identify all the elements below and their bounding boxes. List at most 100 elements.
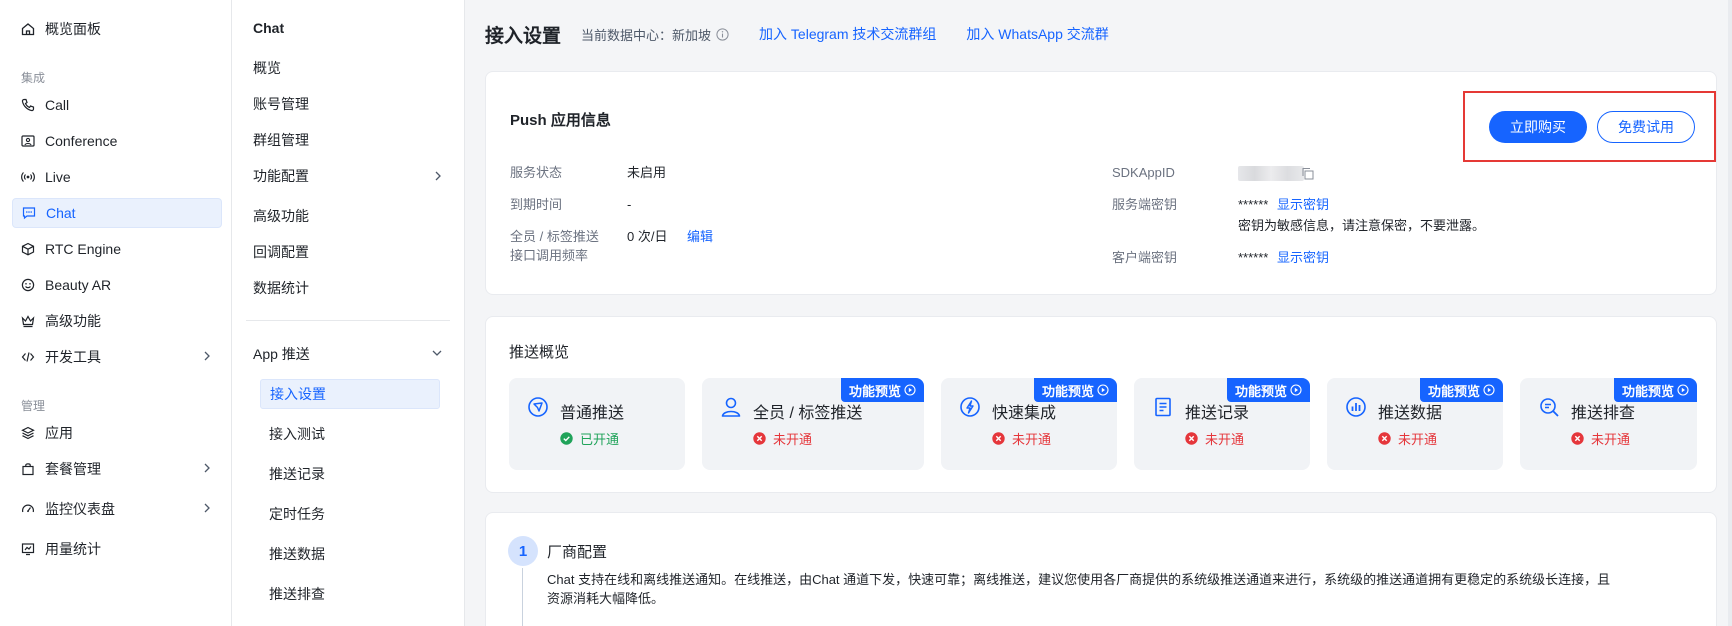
- user-icon: [720, 396, 742, 418]
- scrollbar-track[interactable]: [1728, 0, 1732, 626]
- badge-text: 功能预览: [1427, 383, 1480, 399]
- cube-icon: [21, 242, 35, 256]
- feature-name: 全员 / 标签推送: [753, 405, 863, 422]
- push-overview-title: 推送概览: [509, 344, 570, 361]
- chevron-right-icon: [433, 170, 443, 182]
- search-doc-icon: [1538, 396, 1560, 418]
- badge-text: 功能预览: [848, 383, 901, 399]
- whatsapp-group-link[interactable]: 加入 WhatsApp 交流群: [966, 24, 1108, 44]
- subnav-item-callbacks[interactable]: 回调配置: [253, 237, 453, 267]
- sidebar-item-dev-tools[interactable]: 开发工具: [12, 342, 222, 372]
- rate-limit-label-line1: 全员 / 标签推送: [510, 229, 599, 244]
- feature-card-push-troubleshoot[interactable]: 功能预览 推送排查 未开通: [1520, 378, 1697, 470]
- feature-card-quick-integration[interactable]: 功能预览 快速集成 未开通: [941, 378, 1117, 470]
- sidebar-item-beauty-ar[interactable]: Beauty AR: [12, 270, 222, 300]
- close-circle-icon: [1571, 432, 1584, 445]
- telegram-group-link[interactable]: 加入 Telegram 技术交流群组: [759, 24, 936, 44]
- service-status-label: 服务状态: [510, 165, 563, 180]
- sidebar-item-advanced[interactable]: 高级功能: [12, 306, 222, 336]
- badge-text: 功能预览: [1621, 383, 1674, 399]
- subnav-push-data[interactable]: 推送数据: [260, 539, 440, 569]
- subnav-item-feature-config[interactable]: 功能配置: [253, 161, 453, 191]
- sidebar-item-chat[interactable]: Chat: [12, 198, 222, 228]
- sidebar-item-conference[interactable]: Conference: [12, 126, 222, 156]
- sidebar-item-packages[interactable]: 套餐管理: [12, 454, 222, 484]
- buy-now-button[interactable]: 立即购买: [1489, 111, 1587, 143]
- sidebar-item-apps[interactable]: 应用: [12, 418, 222, 448]
- subnav-push-access-settings[interactable]: 接入设置: [260, 379, 440, 409]
- subnav-item-advanced[interactable]: 高级功能: [253, 201, 453, 231]
- sidebar-item-monitor[interactable]: 监控仪表盘: [12, 494, 222, 524]
- bar-chart-icon: [1345, 396, 1367, 418]
- feature-status: 未开通: [1185, 429, 1244, 448]
- feature-status: 未开通: [1378, 429, 1437, 448]
- subnav-item-statistics[interactable]: 数据统计: [253, 273, 453, 303]
- show-client-key-link[interactable]: 显示密钥: [1277, 248, 1329, 267]
- subnav-push-access-test[interactable]: 接入测试: [260, 419, 440, 449]
- subnav-item-accounts[interactable]: 账号管理: [253, 89, 453, 119]
- expire-time-label: 到期时间: [510, 197, 563, 212]
- subnav-push-troubleshoot[interactable]: 推送排查: [260, 579, 440, 609]
- subnav-item-overview[interactable]: 概览: [253, 53, 453, 83]
- page-title: 接入设置: [485, 25, 562, 47]
- server-key-label: 服务端密钥: [1112, 197, 1178, 212]
- send-icon: [527, 396, 549, 418]
- feature-card-push-data[interactable]: 功能预览 推送数据 未开通: [1327, 378, 1503, 470]
- feature-name: 普通推送: [560, 405, 625, 422]
- chevron-down-icon: [431, 348, 443, 358]
- client-key-label: 客户端密钥: [1112, 250, 1178, 265]
- edit-rate-link[interactable]: 编辑: [687, 227, 713, 246]
- subnav-push-scheduled[interactable]: 定时任务: [260, 499, 440, 529]
- sidebar-group-manage: 管理: [21, 399, 46, 413]
- crown-icon: [21, 314, 35, 328]
- push-app-info-title: Push 应用信息: [510, 112, 611, 129]
- home-icon: [21, 22, 35, 36]
- feature-card-push-records[interactable]: 功能预览 推送记录 未开通: [1134, 378, 1310, 470]
- feature-card-broadcast-tag-push[interactable]: 功能预览 全员 / 标签推送 未开通: [702, 378, 924, 470]
- lightning-icon: [959, 396, 981, 418]
- feature-card-normal-push[interactable]: 普通推送 已开通: [509, 378, 685, 470]
- play-circle-icon: [1097, 384, 1109, 396]
- sidebar-item-live[interactable]: Live: [12, 162, 222, 192]
- client-key-value: ******: [1238, 250, 1269, 265]
- subnav-push-records[interactable]: 推送记录: [260, 459, 440, 489]
- code-icon: [21, 350, 35, 364]
- sidebar-item-label: Call: [45, 97, 70, 113]
- chevron-right-icon: [202, 350, 212, 362]
- step-number: 1: [508, 536, 538, 566]
- subnav-item-app-push[interactable]: App 推送: [253, 339, 453, 369]
- feature-status: 已开通: [560, 429, 619, 448]
- feature-status-text: 已开通: [580, 432, 620, 447]
- subnav-item-groups[interactable]: 群组管理: [253, 125, 453, 155]
- sidebar-item-overview[interactable]: 概览面板: [12, 14, 222, 44]
- play-circle-icon: [1290, 384, 1302, 396]
- free-trial-button[interactable]: 免费试用: [1597, 111, 1695, 143]
- sidebar-item-call[interactable]: Call: [12, 90, 222, 120]
- sidebar-item-label: Conference: [45, 133, 118, 149]
- sidebar-item-label: 用量统计: [45, 541, 101, 557]
- smile-icon: [21, 278, 35, 292]
- chart-icon: [21, 542, 35, 556]
- info-icon[interactable]: [716, 27, 729, 41]
- feature-name: 推送排查: [1571, 405, 1636, 422]
- phone-icon: [21, 98, 35, 112]
- badge-text: 功能预览: [1041, 383, 1094, 399]
- copy-icon[interactable]: [1301, 167, 1314, 180]
- chat-icon: [22, 206, 36, 220]
- close-circle-icon: [992, 432, 1005, 445]
- sidebar-item-label: Chat: [46, 205, 76, 221]
- sidebar-item-rtc-engine[interactable]: RTC Engine: [12, 234, 222, 264]
- datacenter-label: 当前数据中心：新加坡: [581, 27, 712, 43]
- vendor-config-description: Chat 支持在线和离线推送通知。在线推送，由Chat 通道下发，快速可靠；离线…: [547, 570, 1697, 608]
- gauge-icon: [21, 502, 35, 516]
- close-circle-icon: [1378, 432, 1391, 445]
- close-circle-icon: [1185, 432, 1198, 445]
- live-icon: [21, 170, 35, 184]
- feature-name: 快速集成: [992, 405, 1057, 422]
- sidebar-item-usage[interactable]: 用量统计: [12, 534, 222, 564]
- feature-name: 推送记录: [1185, 405, 1250, 422]
- check-circle-icon: [560, 432, 573, 445]
- sdkappid-masked-value: [1238, 166, 1304, 181]
- badge-text: 功能预览: [1234, 383, 1287, 399]
- show-server-key-link[interactable]: 显示密钥: [1277, 195, 1329, 214]
